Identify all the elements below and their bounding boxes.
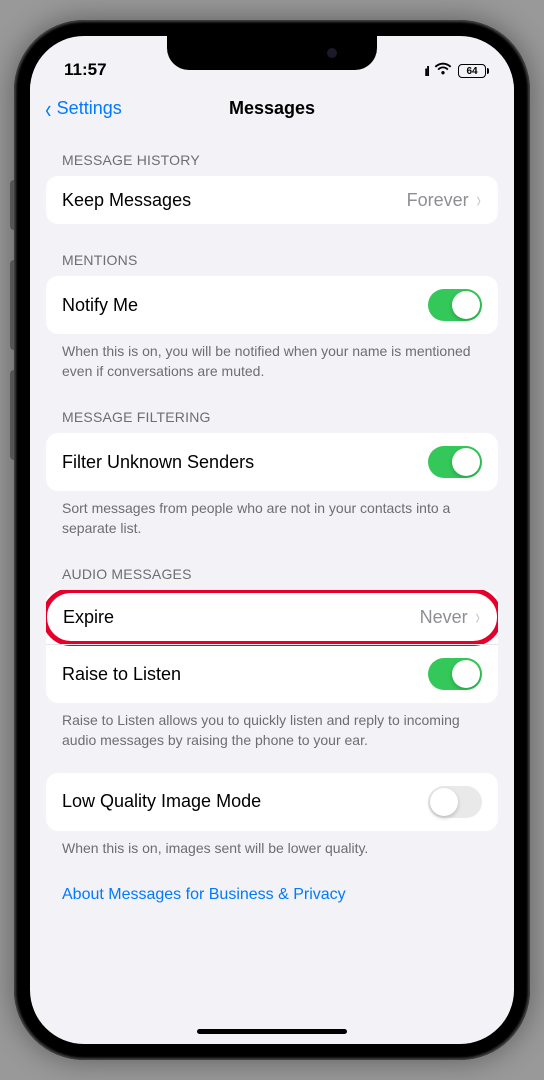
group-message-history: Keep Messages Forever › xyxy=(46,176,498,224)
row-keep-messages[interactable]: Keep Messages Forever › xyxy=(46,176,498,224)
chevron-right-icon: › xyxy=(476,189,480,211)
row-label: Filter Unknown Senders xyxy=(62,452,428,473)
row-label: Notify Me xyxy=(62,295,428,316)
phone-frame: 11:57 ıl 64 ‹ Settings Messages Message … xyxy=(14,20,530,1060)
toggle-filter-unknown[interactable] xyxy=(428,446,482,478)
row-value: Never xyxy=(420,607,468,628)
row-notify-me[interactable]: Notify Me xyxy=(46,276,498,334)
battery-icon: 64 xyxy=(458,64,486,78)
row-filter-unknown[interactable]: Filter Unknown Senders xyxy=(46,433,498,491)
row-raise-to-listen[interactable]: Raise to Listen xyxy=(46,644,498,703)
wifi-icon xyxy=(434,62,452,80)
toggle-low-quality[interactable] xyxy=(428,786,482,818)
chevron-left-icon: ‹ xyxy=(45,96,51,122)
cellular-icon: ıl xyxy=(424,63,428,79)
footer-mentions: When this is on, you will be notified wh… xyxy=(46,334,498,381)
row-expire[interactable]: Expire Never › xyxy=(47,593,497,641)
back-label: Settings xyxy=(57,98,122,119)
chevron-right-icon: › xyxy=(475,606,479,628)
toggle-raise-to-listen[interactable] xyxy=(428,658,482,690)
section-header-mentions: Mentions xyxy=(46,224,498,276)
section-header-audio: Audio Messages xyxy=(46,538,498,590)
group-mentions: Notify Me xyxy=(46,276,498,334)
status-time: 11:57 xyxy=(64,60,107,80)
row-low-quality[interactable]: Low Quality Image Mode xyxy=(46,773,498,831)
row-label: Keep Messages xyxy=(62,190,407,211)
footer-filtering: Sort messages from people who are not in… xyxy=(46,491,498,538)
section-header-message-history: Message History xyxy=(46,134,498,176)
group-audio: Expire Never › Raise to Listen xyxy=(46,590,498,703)
group-filtering: Filter Unknown Senders xyxy=(46,433,498,491)
group-low-quality: Low Quality Image Mode xyxy=(46,773,498,831)
footer-audio: Raise to Listen allows you to quickly li… xyxy=(46,703,498,750)
row-label: Raise to Listen xyxy=(62,664,428,685)
screen: 11:57 ıl 64 ‹ Settings Messages Message … xyxy=(30,36,514,1044)
about-link[interactable]: About Messages for Business & Privacy xyxy=(46,858,498,904)
row-label: Expire xyxy=(63,607,420,628)
footer-low-quality: When this is on, images sent will be low… xyxy=(46,831,498,859)
toggle-notify-me[interactable] xyxy=(428,289,482,321)
section-header-filtering: Message Filtering xyxy=(46,381,498,433)
row-value: Forever xyxy=(407,190,469,211)
highlight-ring-expire: Expire Never › xyxy=(46,590,498,646)
back-button[interactable]: ‹ Settings xyxy=(44,96,122,122)
notch xyxy=(167,36,377,70)
content: Message History Keep Messages Forever › … xyxy=(30,134,514,904)
nav-bar: ‹ Settings Messages xyxy=(30,84,514,134)
home-indicator[interactable] xyxy=(197,1029,347,1034)
status-right: ıl 64 xyxy=(424,62,486,80)
row-label: Low Quality Image Mode xyxy=(62,791,428,812)
